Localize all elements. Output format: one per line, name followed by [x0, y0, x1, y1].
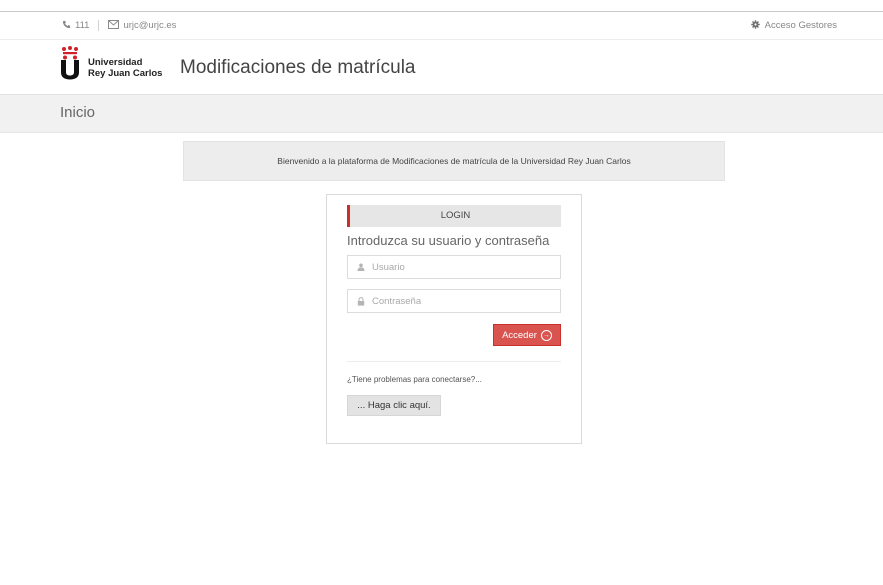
login-panel: LOGIN Introduzca su usuario y contraseña…: [326, 194, 582, 444]
breadcrumb: Inicio: [0, 95, 883, 133]
login-submit-button[interactable]: Acceder →: [493, 324, 561, 346]
help-click-here-button[interactable]: ... Haga clic aquí.: [347, 395, 441, 416]
manager-access-link[interactable]: Acceso Gestores: [750, 20, 837, 31]
manager-access-label: Acceso Gestores: [764, 20, 837, 31]
university-logo[interactable]: Universidad Rey Juan Carlos: [60, 46, 162, 80]
breadcrumb-current: Inicio: [60, 104, 96, 121]
logo-line-2: Rey Juan Carlos: [88, 68, 163, 79]
welcome-message: Bienvenido a la plataforma de Modificaci…: [277, 156, 631, 166]
login-submit-label: Acceder: [502, 329, 537, 341]
username-input[interactable]: [372, 261, 542, 273]
top-utility-bar: 111 urjc@urjc.es Acceso Gestores: [0, 11, 883, 40]
login-subtitle: Introduzca su usuario y contraseña: [347, 233, 550, 248]
arrow-circle-right-icon: →: [540, 329, 552, 341]
password-field[interactable]: [347, 289, 561, 313]
email-link[interactable]: urjc@urjc.es: [123, 20, 176, 31]
phone-number[interactable]: 111: [75, 20, 89, 31]
lock-icon: [356, 296, 366, 306]
gear-icon: [750, 20, 760, 31]
divider: [347, 361, 561, 362]
logo-text: Universidad Rey Juan Carlos: [88, 57, 162, 79]
tab-login[interactable]: LOGIN: [347, 205, 561, 227]
username-field[interactable]: [347, 255, 561, 279]
connection-help-text: ¿Tiene problemas para conectarse?...: [347, 375, 482, 384]
site-header: Universidad Rey Juan Carlos Modificacion…: [0, 38, 883, 95]
logo-line-1: Universidad: [88, 57, 143, 68]
password-input[interactable]: [372, 295, 542, 307]
envelope-icon: [108, 20, 120, 31]
welcome-banner: Bienvenido a la plataforma de Modificaci…: [183, 141, 725, 181]
divider: [98, 20, 100, 31]
urjc-emblem-icon: [61, 46, 79, 80]
user-icon: [356, 263, 366, 271]
phone-icon: [62, 20, 71, 31]
contact-info: 111 urjc@urjc.es: [62, 20, 176, 31]
page-title: Modificaciones de matrícula: [180, 57, 416, 78]
